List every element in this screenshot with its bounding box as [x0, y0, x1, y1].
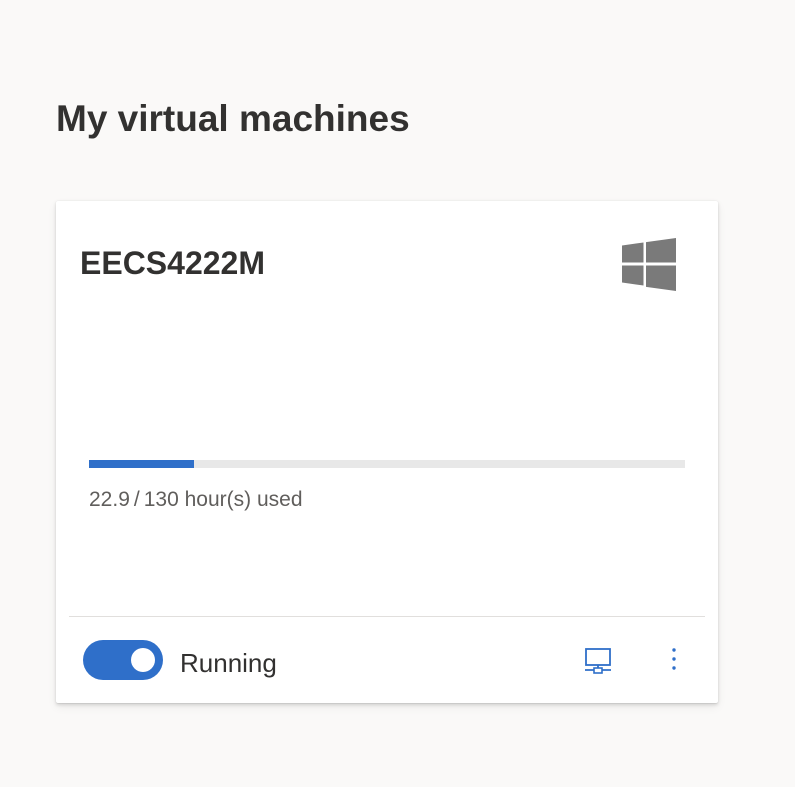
- windows-logo-icon: [622, 238, 676, 291]
- vm-card[interactable]: EECS4222M 22.9/130 hour(s) used Running: [56, 201, 718, 703]
- usage-text: 22.9/130 hour(s) used: [89, 486, 303, 514]
- usage-progress-bar: [89, 460, 685, 468]
- connect-button[interactable]: [582, 645, 614, 677]
- toggle-knob: [131, 648, 155, 672]
- usage-used: 22.9: [89, 488, 130, 511]
- usage-suffix: hour(s) used: [184, 488, 303, 511]
- usage-progress-fill: [89, 460, 194, 468]
- more-options-button[interactable]: [664, 645, 684, 675]
- card-divider: [69, 616, 705, 617]
- vm-status-label: Running: [180, 648, 277, 678]
- vm-power-toggle[interactable]: [83, 640, 163, 680]
- usage-separator: /: [133, 488, 140, 511]
- more-vertical-icon: [672, 648, 676, 670]
- remote-desktop-icon: [585, 648, 611, 674]
- vm-name: EECS4222M: [80, 245, 265, 281]
- usage-quota: 130: [143, 488, 179, 511]
- page-title: My virtual machines: [56, 98, 410, 139]
